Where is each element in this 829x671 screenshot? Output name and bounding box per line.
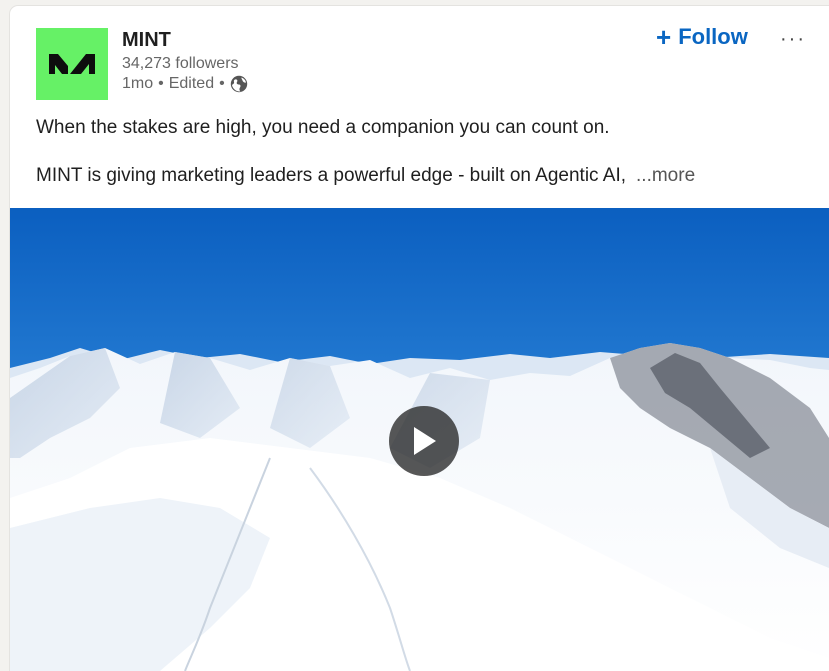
globe-icon — [230, 75, 247, 93]
follow-label: Follow — [678, 24, 748, 49]
post-text-excerpt: MINT is giving marketing leaders a power… — [36, 165, 627, 186]
post-video[interactable] — [10, 208, 829, 671]
post-text-line: When the stakes are high, you need a com… — [36, 117, 610, 138]
follow-button[interactable]: + Follow — [656, 24, 748, 50]
plus-icon: + — [656, 22, 672, 52]
play-button[interactable] — [389, 406, 459, 476]
post-timestamp-row: 1mo • Edited • — [122, 74, 248, 94]
follower-count: 34,273 followers — [122, 55, 239, 72]
post-time: 1mo — [122, 75, 154, 92]
mint-logo-icon — [49, 54, 95, 74]
see-more-link[interactable]: ...more — [636, 165, 695, 186]
company-name[interactable]: MINT — [122, 28, 248, 52]
edited-label: Edited — [168, 75, 215, 92]
post-card: MINT 34,273 followers 1mo • Edited • + F… — [10, 6, 829, 671]
post-author-meta: MINT 34,273 followers 1mo • Edited • — [122, 28, 248, 94]
separator: • — [219, 75, 225, 92]
more-options-button[interactable]: ··· — [780, 28, 806, 51]
play-icon — [414, 427, 436, 455]
company-logo[interactable] — [36, 28, 108, 100]
post-text-line-2: MINT is giving marketing leaders a power… — [36, 164, 806, 188]
separator: • — [158, 75, 164, 92]
post-body: When the stakes are high, you need a com… — [36, 116, 806, 188]
